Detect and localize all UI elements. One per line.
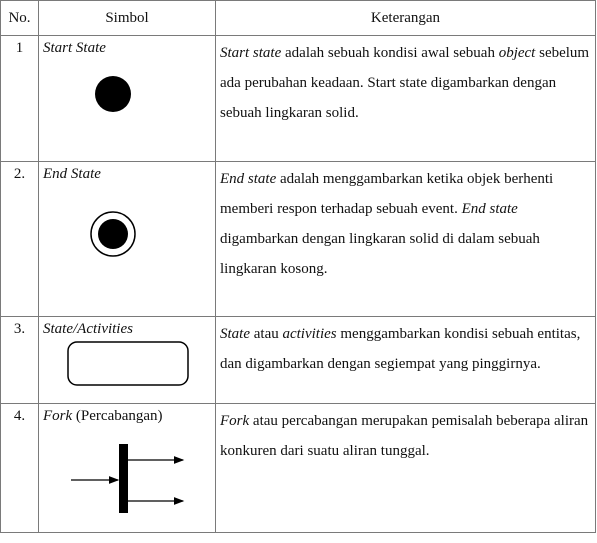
- desc-seg: End state: [461, 201, 518, 217]
- symbol-name-italic: State/Activities: [43, 321, 133, 337]
- header-no: No.: [0, 0, 39, 36]
- table-row: 3. State/Activities State atau activitie…: [0, 316, 596, 404]
- symbol-name: State/Activities: [43, 317, 211, 339]
- table-row: 4. Fork (Percabangan) Fork atau percaban…: [0, 403, 596, 533]
- rounded-rectangle-icon: [67, 341, 189, 386]
- symbol-name-italic: End State: [43, 166, 101, 182]
- desc-seg: atau percabangan merupakan pemisalah beb…: [220, 413, 589, 459]
- symbol-name: Fork (Percabangan): [43, 404, 211, 426]
- desc-seg: digambarkan dengan lingkaran solid di da…: [220, 231, 540, 277]
- row-number: 3.: [13, 321, 26, 337]
- desc-seg: atau: [250, 326, 283, 342]
- symbol-name-italic: Fork: [43, 408, 73, 424]
- symbol-name: Start State: [43, 36, 211, 58]
- desc-seg: End state: [220, 171, 277, 187]
- filled-circle-icon: [95, 76, 131, 112]
- table-row: 1 Start State Start state adalah sebuah …: [0, 35, 596, 162]
- uml-symbol-table: No. Simbol Keterangan 1 Start State Star…: [0, 0, 596, 533]
- desc-seg: object: [498, 45, 536, 61]
- header-row: No. Simbol Keterangan: [0, 0, 596, 36]
- description: Fork atau percabangan merupakan pemisala…: [215, 403, 596, 533]
- description: State atau activities menggambarkan kond…: [215, 316, 596, 404]
- symbol-name-italic: Start State: [43, 40, 106, 56]
- symbol-name-plain: (Percabangan): [72, 408, 163, 424]
- row-number: 1: [15, 40, 24, 56]
- row-number: 4.: [13, 408, 26, 424]
- desc-seg: activities: [282, 326, 337, 342]
- row-number: 2.: [13, 166, 26, 182]
- symbol-name: End State: [43, 162, 211, 184]
- desc-seg: Fork: [220, 413, 250, 429]
- description: End state adalah menggambarkan ketika ob…: [215, 161, 596, 317]
- bullseye-circle-icon: [90, 211, 136, 257]
- desc-seg: State: [220, 326, 250, 342]
- description: Start state adalah sebuah kondisi awal s…: [215, 35, 596, 162]
- desc-seg: Start state: [220, 45, 282, 61]
- desc-seg: adalah sebuah kondisi awal sebuah: [281, 45, 499, 61]
- fork-bar-icon: [71, 444, 185, 513]
- header-symbol: Simbol: [38, 0, 216, 36]
- header-description: Keterangan: [215, 0, 596, 36]
- table-row: 2. End State End state adalah menggambar…: [0, 161, 596, 317]
